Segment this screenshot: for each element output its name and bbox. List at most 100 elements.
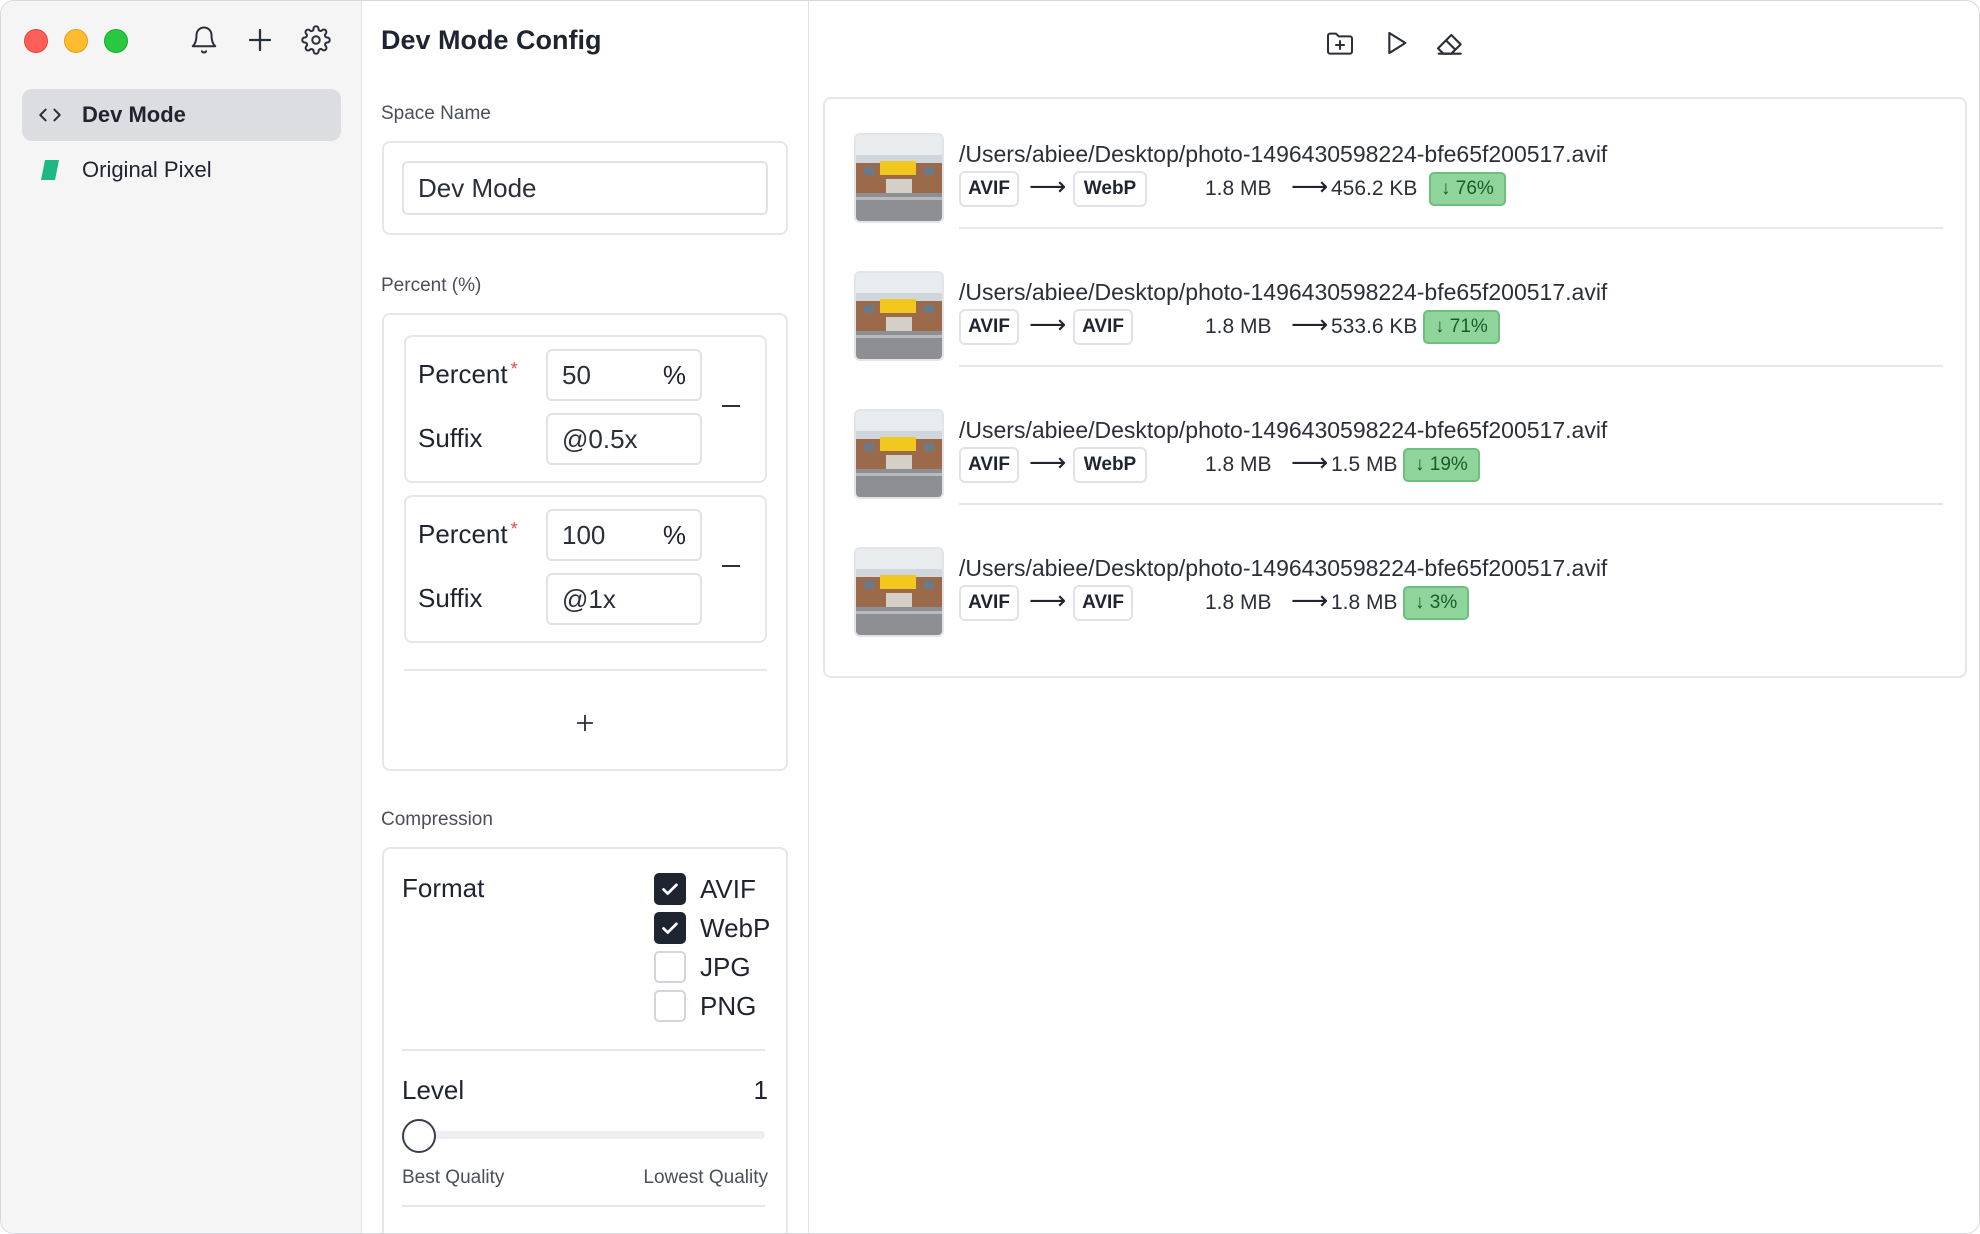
row-divider [959, 227, 1943, 229]
add-folder-button[interactable] [1320, 23, 1360, 63]
folder-plus-icon [1327, 32, 1353, 55]
row-divider [959, 503, 1943, 505]
file-path: /Users/abiee/Desktop/photo-1496430598224… [959, 141, 1608, 167]
target-format-chip: AVIF [1073, 309, 1133, 345]
pixel-logo-icon [36, 156, 64, 184]
arrow-icon: ⟶ [1029, 447, 1067, 477]
checkbox[interactable] [654, 912, 686, 944]
gear-icon[interactable] [300, 24, 332, 56]
original-size: 1.8 MB [1205, 315, 1272, 338]
source-format-chip: AVIF [959, 309, 1019, 345]
sidebar-item-label: Original Pixel [82, 157, 212, 182]
remove-entry-button[interactable] [716, 391, 746, 421]
checkbox[interactable] [654, 951, 686, 983]
arrow-icon: ⟶ [1291, 171, 1329, 201]
space-name-label: Space Name [381, 103, 491, 124]
compression-section-label: Compression [381, 809, 493, 830]
list-item[interactable]: /Users/abiee/Desktop/photo-1496430598224… [825, 271, 1965, 409]
compressed-size: 1.8 MB [1331, 591, 1398, 614]
image-thumbnail [854, 409, 944, 499]
arrow-icon: ⟶ [1291, 309, 1329, 339]
reduction-badge: ↓ 19% [1403, 448, 1480, 482]
list-item[interactable]: /Users/abiee/Desktop/photo-1496430598224… [825, 133, 1965, 271]
space-name-input[interactable]: Dev Mode [402, 161, 768, 215]
add-space-button[interactable] [244, 24, 276, 56]
page-title: Dev Mode Config [381, 25, 602, 55]
clear-button[interactable] [1430, 23, 1470, 63]
suffix-label: Suffix [418, 583, 483, 613]
checkbox[interactable] [654, 873, 686, 905]
compressed-size: 533.6 KB [1331, 315, 1418, 338]
reduction-badge: ↓ 3% [1403, 586, 1470, 620]
eraser-icon [1436, 33, 1462, 55]
image-thumbnail [854, 547, 944, 637]
list-item[interactable]: /Users/abiee/Desktop/photo-1496430598224… [825, 409, 1965, 547]
level-slider-handle[interactable] [402, 1119, 436, 1153]
minimize-window-button[interactable] [64, 29, 88, 53]
sidebar: Dev Mode Original Pixel [1, 1, 362, 1233]
level-slider-track[interactable] [402, 1131, 765, 1139]
run-button[interactable] [1376, 23, 1416, 63]
percent-card: Percent * 50 % Suffix @0.5x Percent * 100 … [382, 313, 788, 771]
level-value: 1 [753, 1075, 768, 1105]
sidebar-item-dev-mode[interactable]: Dev Mode [22, 89, 341, 141]
percent-entry: Percent * 50 % Suffix @0.5x [404, 335, 767, 483]
list-item[interactable]: /Users/abiee/Desktop/photo-1496430598224… [825, 547, 1965, 685]
percent-input[interactable]: 50 % [546, 349, 702, 401]
compressed-size: 1.5 MB [1331, 453, 1398, 476]
checkbox[interactable] [654, 990, 686, 1022]
format-option-avif[interactable]: AVIF [654, 873, 756, 905]
target-format-chip: WebP [1073, 171, 1147, 207]
source-format-chip: AVIF [959, 447, 1019, 483]
divider [404, 669, 767, 671]
add-entry-button[interactable] [567, 705, 603, 741]
target-format-chip: AVIF [1073, 585, 1133, 621]
arrow-icon: ⟶ [1029, 585, 1067, 615]
format-option-png[interactable]: PNG [654, 990, 756, 1022]
code-icon [36, 101, 64, 129]
sidebar-item-original-pixel[interactable]: Original Pixel [22, 144, 341, 196]
zoom-window-button[interactable] [104, 29, 128, 53]
file-path: /Users/abiee/Desktop/photo-1496430598224… [959, 279, 1608, 305]
bell-icon[interactable] [188, 24, 220, 56]
percent-input[interactable]: 100 % [546, 509, 702, 561]
percent-label: Percent * [418, 359, 518, 389]
reduction-badge: ↓ 76% [1429, 172, 1506, 206]
remove-entry-button[interactable] [716, 551, 746, 581]
file-path: /Users/abiee/Desktop/photo-1496430598224… [959, 555, 1608, 581]
config-panel: Dev Mode Config Space Name Dev Mode Perc… [362, 1, 809, 1233]
play-icon [1388, 31, 1407, 55]
lowest-quality-label: Lowest Quality [643, 1167, 768, 1188]
suffix-input[interactable]: @1x [546, 573, 702, 625]
original-size: 1.8 MB [1205, 177, 1272, 200]
space-name-card: Dev Mode [382, 141, 788, 235]
compression-card: Format AVIF WebP JPG PNG Level 1 Best Qu… [382, 847, 788, 1233]
arrow-icon: ⟶ [1291, 447, 1329, 477]
sidebar-item-label: Dev Mode [82, 102, 186, 127]
arrow-icon: ⟶ [1029, 309, 1067, 339]
results-list: /Users/abiee/Desktop/photo-1496430598224… [823, 97, 1967, 678]
best-quality-label: Best Quality [402, 1167, 505, 1188]
suffix-input[interactable]: @0.5x [546, 413, 702, 465]
main-area: /Users/abiee/Desktop/photo-1496430598224… [809, 1, 1979, 1233]
app-window: Dev Mode Original Pixel Dev Mode Config … [0, 0, 1980, 1234]
arrow-icon: ⟶ [1029, 171, 1067, 201]
image-thumbnail [854, 133, 944, 223]
close-window-button[interactable] [24, 29, 48, 53]
level-label: Level [402, 1075, 465, 1105]
file-path: /Users/abiee/Desktop/photo-1496430598224… [959, 417, 1608, 443]
format-option-jpg[interactable]: JPG [654, 951, 751, 983]
format-label: Format [402, 873, 485, 903]
divider [402, 1205, 765, 1207]
target-format-chip: WebP [1073, 447, 1147, 483]
source-format-chip: AVIF [959, 585, 1019, 621]
source-format-chip: AVIF [959, 171, 1019, 207]
compressed-size: 456.2 KB [1331, 177, 1418, 200]
percent-label: Percent * [418, 519, 518, 549]
suffix-label: Suffix [418, 423, 483, 453]
percent-entry: Percent * 100 % Suffix @1x [404, 495, 767, 643]
format-option-webp[interactable]: WebP [654, 912, 770, 944]
original-size: 1.8 MB [1205, 591, 1272, 614]
row-divider [959, 365, 1943, 367]
original-size: 1.8 MB [1205, 453, 1272, 476]
